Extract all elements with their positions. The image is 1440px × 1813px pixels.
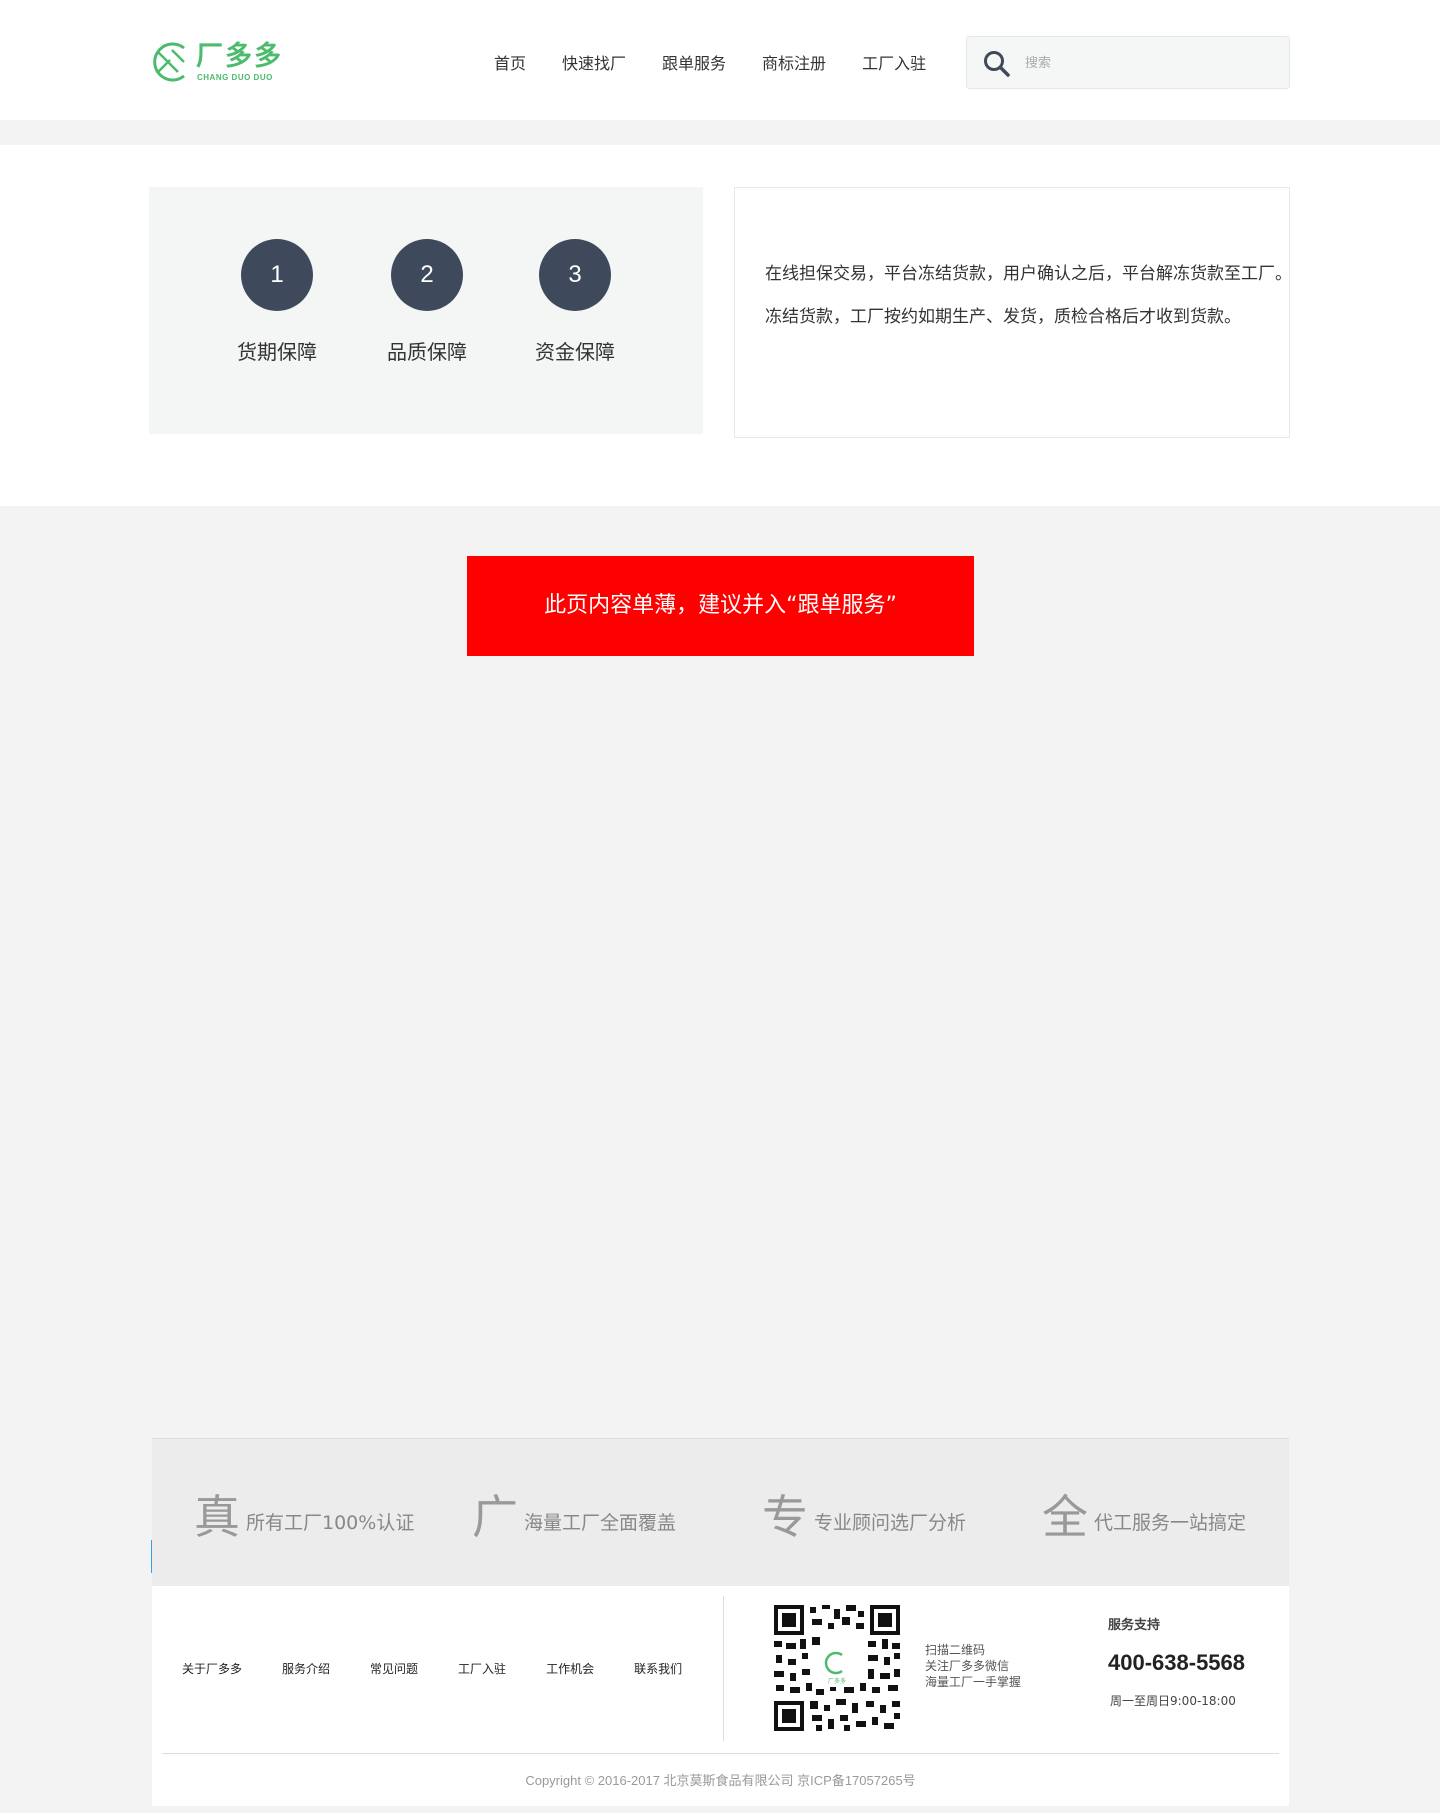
nav-order-tracking[interactable]: 跟单服务 [662, 52, 726, 76]
step-number: 3 [539, 239, 611, 311]
footer-link-contact[interactable]: 联系我们 [634, 1660, 682, 1677]
support-phone[interactable]: 400-638-5568 [1108, 1650, 1245, 1676]
guarantee-section: 1 货期保障 2 品质保障 3 资金保障 在线担保交易，平台冻结货款，用户确认之… [0, 145, 1440, 506]
feature-text: 代工服务一站搞定 [1094, 1512, 1247, 1534]
nav-trademark[interactable]: 商标注册 [762, 52, 826, 76]
nav-factory-join[interactable]: 工厂入驻 [862, 52, 926, 76]
footer-separator [162, 1753, 1279, 1754]
step-number: 2 [391, 239, 463, 311]
feature-icon: 广 [472, 1490, 518, 1544]
search-input[interactable] [1025, 49, 1275, 77]
step-label: 货期保障 [237, 340, 317, 364]
copyright: Copyright © 2016-2017 北京莫斯食品有限公司 京ICP备17… [525, 1773, 916, 1788]
nav-home[interactable]: 首页 [494, 52, 526, 76]
site-footer: 关于厂多多 服务介绍 常见问题 工厂入驻 工作机会 联系我们 厂多多 扫描二维码… [152, 1586, 1289, 1806]
header-divider-strip [0, 120, 1440, 145]
feature-one-stop: 全 代工服务一站搞定 [1042, 1491, 1246, 1543]
feature-text: 所有工厂100%认证 [246, 1512, 415, 1534]
feature-icon: 全 [1042, 1490, 1088, 1544]
main-nav: 首页 快速找厂 跟单服务 商标注册 工厂入驻 [494, 52, 962, 76]
search-icon[interactable] [983, 50, 1011, 78]
logo-mark-icon [153, 42, 185, 82]
footer-link-services[interactable]: 服务介绍 [282, 1660, 330, 1677]
features-bar: 真 所有工厂100%认证 广 海量工厂全面覆盖 专 专业顾问选厂分析 全 代工服… [152, 1438, 1289, 1586]
step-label: 资金保障 [535, 340, 615, 364]
footer-links: 关于厂多多 服务介绍 常见问题 工厂入驻 工作机会 联系我们 [182, 1660, 722, 1677]
logo[interactable]: 厂多多 CHANG DUO DUO [148, 40, 283, 86]
step-quality[interactable]: 2 品质保障 [357, 239, 497, 365]
logo-text-en: CHANG DUO DUO [197, 73, 273, 82]
qr-caption-line: 关注厂多多微信 [925, 1659, 1010, 1673]
description-line: 冻结货款，工厂按约如期生产、发货，质检合格后才收到货款。 [765, 307, 1241, 327]
qr-caption-line: 扫描二维码 [925, 1643, 986, 1657]
footer-link-factory-join[interactable]: 工厂入驻 [458, 1660, 506, 1677]
qr-code-icon: 厂多多 [772, 1603, 902, 1733]
notice-banner: 此页内容单薄，建议并入“跟单服务” [467, 556, 974, 656]
search-box [966, 36, 1290, 89]
qr-caption: 扫描二维码 关注厂多多微信 海量工厂一手掌握 [925, 1642, 1021, 1690]
footer-link-faq[interactable]: 常见问题 [370, 1660, 418, 1677]
step-funds[interactable]: 3 资金保障 [505, 239, 645, 365]
feature-coverage: 广 海量工厂全面覆盖 [472, 1491, 676, 1543]
support-title: 服务支持 [1108, 1618, 1161, 1633]
feature-icon: 真 [194, 1490, 240, 1544]
feature-text: 专业顾问选厂分析 [814, 1512, 967, 1534]
feature-icon: 专 [762, 1490, 808, 1544]
feature-text: 海量工厂全面覆盖 [524, 1512, 677, 1534]
feature-consultant: 专 专业顾问选厂分析 [762, 1491, 966, 1543]
step-number: 1 [241, 239, 313, 311]
feature-authentic: 真 所有工厂100%认证 [194, 1491, 414, 1543]
guarantee-steps: 1 货期保障 2 品质保障 3 资金保障 [149, 187, 703, 434]
description-line: 在线担保交易，平台冻结货款，用户确认之后，平台解冻货款至工厂。 [765, 264, 1292, 284]
footer-link-about[interactable]: 关于厂多多 [182, 1660, 242, 1677]
support-hours: 周一至周日9:00-18:00 [1110, 1694, 1236, 1708]
footer-link-careers[interactable]: 工作机会 [546, 1660, 594, 1677]
step-delivery[interactable]: 1 货期保障 [207, 239, 347, 365]
logo-text-cn: 厂多多 [196, 41, 283, 72]
guarantee-description: 在线担保交易，平台冻结货款，用户确认之后，平台解冻货款至工厂。 冻结货款，工厂按… [734, 187, 1292, 438]
step-label: 品质保障 [387, 340, 467, 364]
qr-caption-line: 海量工厂一手掌握 [925, 1675, 1022, 1689]
qr-logo-label: 厂多多 [828, 1677, 846, 1685]
site-header: 厂多多 CHANG DUO DUO 首页 快速找厂 跟单服务 商标注册 工厂入驻 [0, 0, 1440, 120]
footer-divider [723, 1596, 724, 1741]
nav-find-factory[interactable]: 快速找厂 [562, 52, 626, 76]
